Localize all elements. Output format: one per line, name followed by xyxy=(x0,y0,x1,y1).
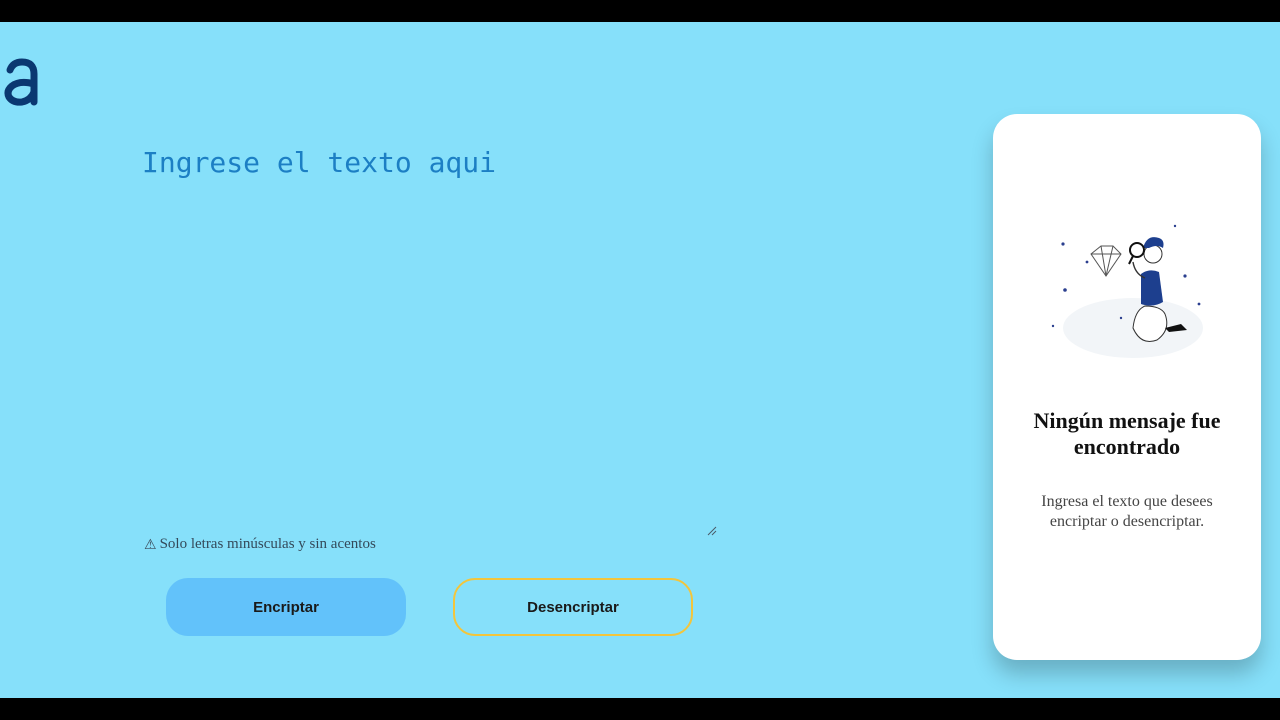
card-description: Ingresa el texto que desees encriptar o … xyxy=(1041,493,1213,530)
resize-handle-icon[interactable] xyxy=(706,524,718,536)
person-with-magnifying-glass-illustration xyxy=(1045,218,1215,368)
logo-a-icon xyxy=(4,58,38,106)
encrypt-button[interactable]: Encriptar xyxy=(166,578,406,636)
text-input[interactable] xyxy=(142,146,720,560)
logo[interactable] xyxy=(2,56,42,108)
input-hint: ⚠ Solo letras minúsculas y sin acentos xyxy=(144,536,376,553)
output-card: Ningún mensaje fue encontrado Ingresa el… xyxy=(993,114,1261,660)
app-main: ⚠ Solo letras minúsculas y sin acentos E… xyxy=(0,22,1280,698)
card-title: Ningún mensaje fue encontrado xyxy=(1033,408,1221,459)
warning-icon: ⚠ xyxy=(144,536,157,553)
hint-text: Solo letras minúsculas y sin acentos xyxy=(159,536,376,552)
decrypt-button[interactable]: Desencriptar xyxy=(453,578,693,636)
